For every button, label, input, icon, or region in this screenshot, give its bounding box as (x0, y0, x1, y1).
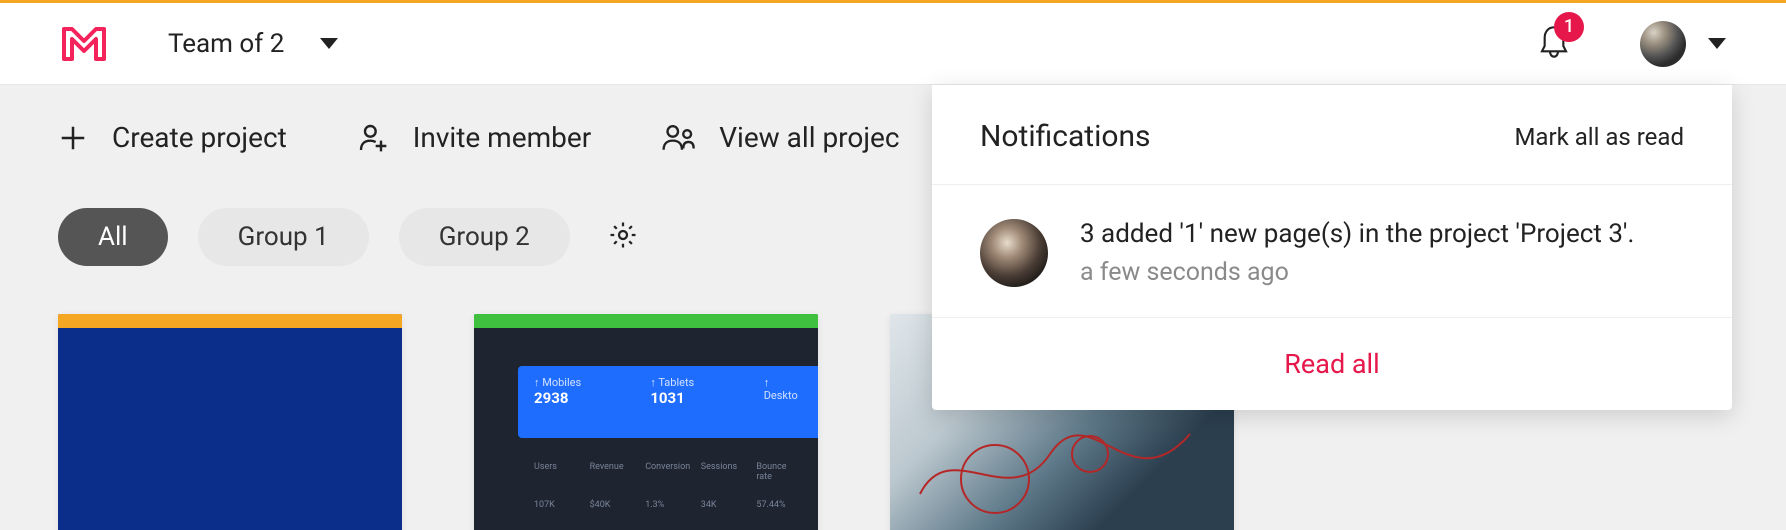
notification-avatar (980, 219, 1048, 287)
project-card-2[interactable]: ↑ Mobiles 2938 ↑ Tablets 1031 ↑ Deskto U… (474, 314, 818, 530)
create-project-label: Create project (112, 121, 287, 154)
view-all-projects-button[interactable]: View all projec (661, 121, 899, 154)
person-plus-icon (357, 122, 389, 154)
view-all-label: View all projec (719, 121, 899, 154)
filter-group-2[interactable]: Group 2 (399, 208, 570, 266)
invite-member-button[interactable]: Invite member (357, 121, 591, 154)
create-project-button[interactable]: Create project (58, 121, 287, 154)
notifications-footer: Read all (932, 318, 1732, 410)
main-content: Create project Invite member View all pr… (0, 85, 1786, 530)
team-selector[interactable]: Team of 2 (168, 29, 338, 59)
notification-time: a few seconds ago (1080, 258, 1634, 287)
mark-all-read-button[interactable]: Mark all as read (1514, 123, 1684, 151)
notification-item[interactable]: 3 added '1' new page(s) in the project '… (932, 185, 1732, 318)
project-card-1[interactable] (58, 314, 402, 530)
filter-settings-button[interactable] (608, 220, 638, 254)
chevron-down-icon (1708, 38, 1726, 49)
notifications-title: Notifications (980, 119, 1151, 154)
people-icon (661, 122, 695, 154)
notifications-button[interactable]: 1 (1538, 24, 1570, 64)
card-stats-banner: ↑ Mobiles 2938 ↑ Tablets 1031 ↑ Deskto (518, 366, 818, 438)
notification-badge: 1 (1554, 12, 1584, 42)
gear-icon (608, 220, 638, 250)
top-bar: Team of 2 1 (0, 3, 1786, 85)
invite-member-label: Invite member (413, 121, 591, 154)
chevron-down-icon (320, 38, 338, 49)
plus-icon (58, 123, 88, 153)
user-menu[interactable] (1640, 21, 1726, 67)
notifications-header: Notifications Mark all as read (932, 85, 1732, 185)
card-stats-table: UsersRevenueConversionSessionsBounce rat… (518, 452, 818, 530)
app-logo (62, 25, 106, 63)
user-avatar (1640, 21, 1686, 67)
filter-group-1[interactable]: Group 1 (198, 208, 369, 266)
notifications-panel: Notifications Mark all as read 3 added '… (932, 85, 1732, 410)
team-label: Team of 2 (168, 29, 284, 59)
read-all-button[interactable]: Read all (1284, 348, 1379, 380)
filter-all[interactable]: All (58, 208, 168, 266)
notification-text: 3 added '1' new page(s) in the project '… (1080, 215, 1634, 254)
